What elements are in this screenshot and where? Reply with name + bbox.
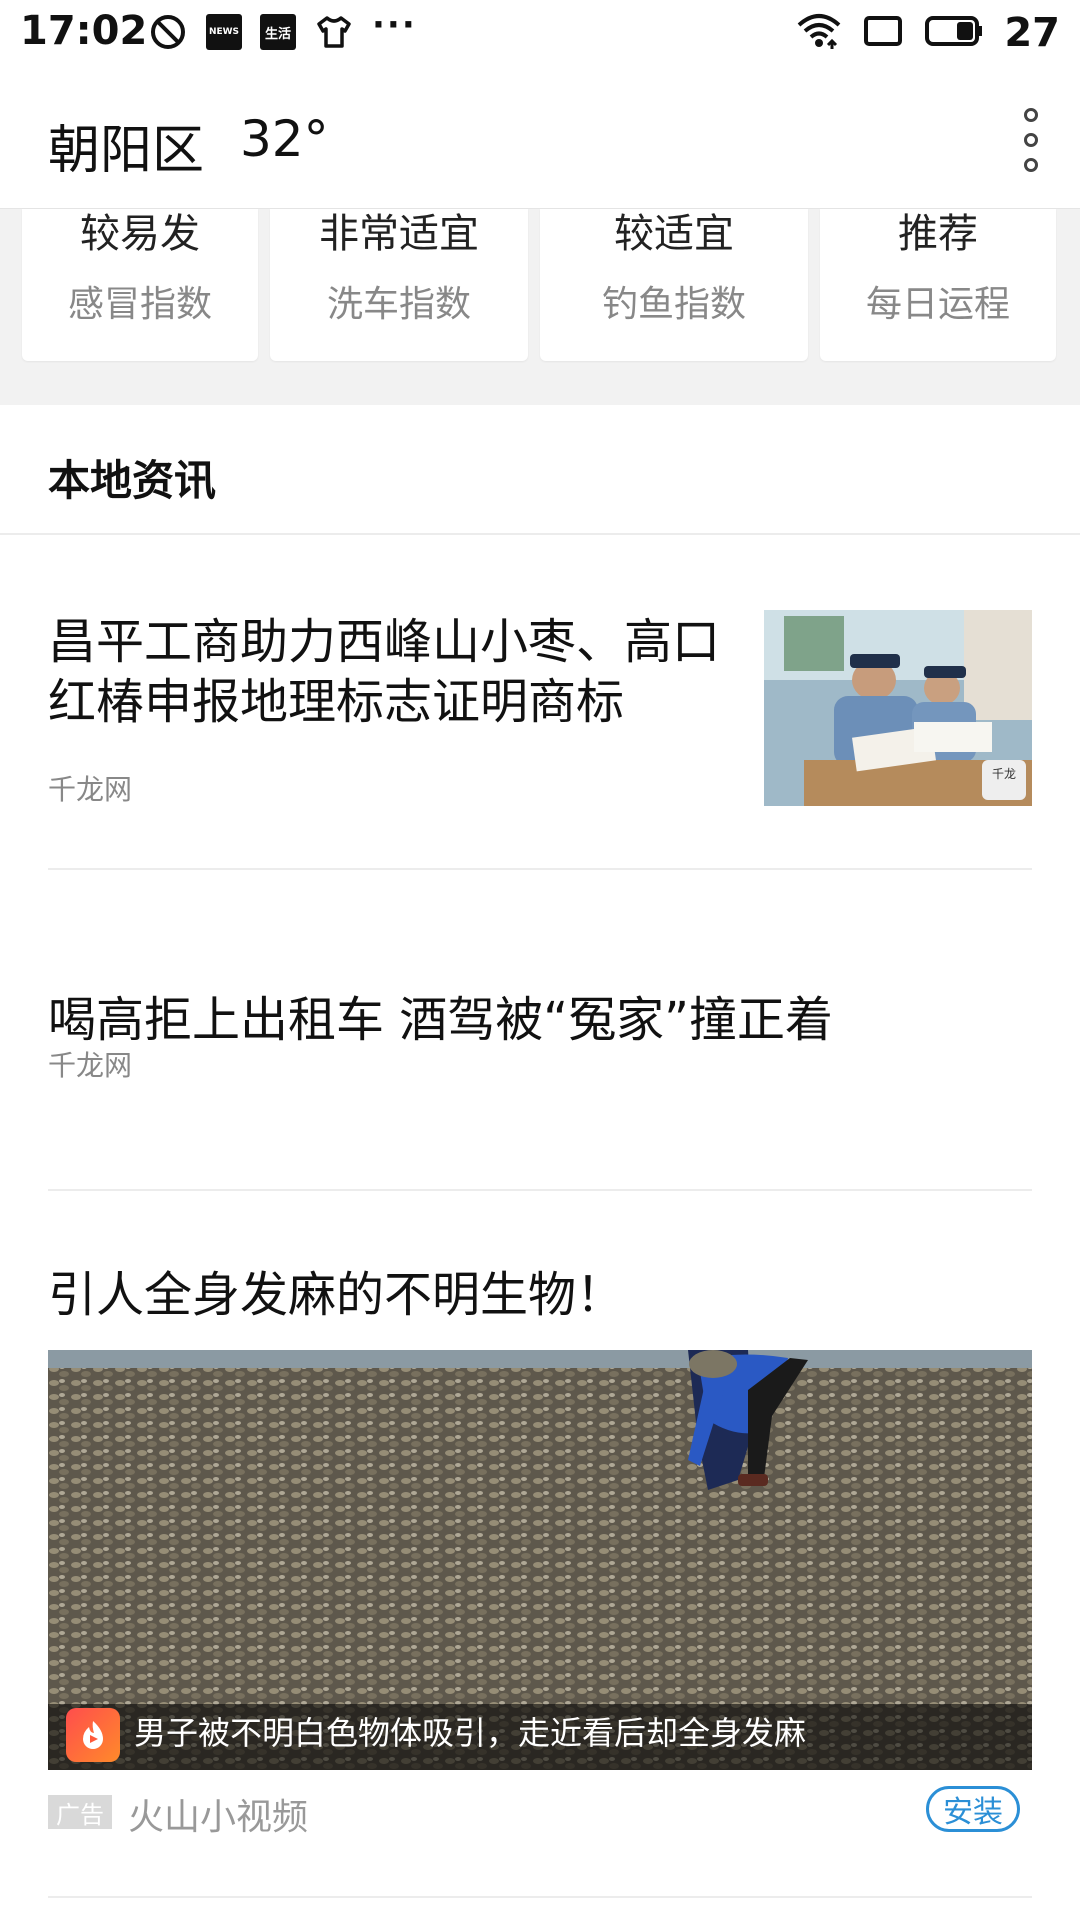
screen-rotation-icon — [862, 11, 904, 55]
ad-title[interactable]: 引人全身发麻的不明生物！ — [48, 1255, 1032, 1325]
wifi-icon — [796, 11, 842, 55]
city-name[interactable]: 朝阳区 — [48, 108, 204, 183]
ad-badge: 广告 — [48, 1795, 112, 1829]
index-card-value: 较适宜 — [614, 211, 734, 257]
divider — [48, 1189, 1032, 1191]
news-source: 千龙网 — [48, 773, 133, 806]
news-source: 千龙网 — [48, 1049, 133, 1082]
index-card-value: 非常适宜 — [319, 211, 479, 257]
ad-source: 火山小视频 — [128, 1797, 309, 1838]
battery-icon — [924, 11, 984, 55]
huoshan-logo-icon — [66, 1708, 120, 1762]
index-card-label: 洗车指数 — [326, 284, 471, 325]
life-index-cards: 较易发 感冒指数 非常适宜 洗车指数 较适宜 钓鱼指数 推荐 每日运程 — [0, 209, 1080, 405]
index-card-value: 较易发 — [80, 211, 200, 257]
more-dots-icon: ··· — [372, 5, 417, 45]
temperature: 32° — [240, 110, 329, 168]
news-title[interactable]: 昌平工商助力西峰山小枣、高口红椿申报地理标志证明商标 — [48, 612, 728, 732]
news-icon: NEWS — [206, 14, 242, 50]
index-card-label: 每日运程 — [865, 284, 1010, 325]
shirt-icon — [314, 12, 354, 52]
index-card-fishing[interactable]: 较适宜 钓鱼指数 — [540, 209, 808, 361]
system-indicators: 27 — [796, 10, 1060, 56]
status-bar: 17:02 NEWS 生活 ··· 27 — [0, 0, 1080, 68]
index-card-fortune[interactable]: 推荐 每日运程 — [820, 209, 1056, 361]
caption-bar: 男子被不明白色物体吸引，走近看后却全身发麻 — [48, 1704, 1032, 1770]
video-caption: 男子被不明白色物体吸引，走近看后却全身发麻 — [134, 1714, 807, 1752]
battery-level: 27 — [1004, 10, 1060, 56]
install-button[interactable]: 安装 — [926, 1786, 1020, 1832]
news-thumbnail-watermark: 千龙 — [992, 767, 1016, 781]
index-card-cold[interactable]: 较易发 感冒指数 — [22, 209, 258, 361]
section-title: 本地资讯 — [48, 456, 217, 505]
news-thumbnail[interactable]: 千龙 — [764, 610, 1032, 806]
divider — [48, 868, 1032, 870]
index-card-value: 推荐 — [898, 211, 978, 257]
notification-icons: NEWS 生活 ··· — [148, 5, 417, 52]
index-card-carwash[interactable]: 非常适宜 洗车指数 — [270, 209, 528, 361]
ad-video-image[interactable]: 男子被不明白色物体吸引，走近看后却全身发麻 — [48, 1350, 1032, 1770]
weather-header: 朝阳区 32° — [0, 68, 1080, 209]
index-card-label: 钓鱼指数 — [601, 284, 746, 325]
do-not-disturb-icon — [148, 12, 188, 52]
index-card-label: 感冒指数 — [67, 284, 212, 325]
news-title[interactable]: 喝高拒上出租车 酒驾被“冤家”撞正着 — [48, 980, 1032, 1050]
status-time: 17:02 — [20, 8, 148, 54]
divider — [48, 1896, 1032, 1898]
more-menu-icon[interactable] — [1016, 108, 1046, 172]
section-header: 本地资讯 — [0, 405, 1080, 535]
shenghuo-icon: 生活 — [260, 14, 296, 50]
